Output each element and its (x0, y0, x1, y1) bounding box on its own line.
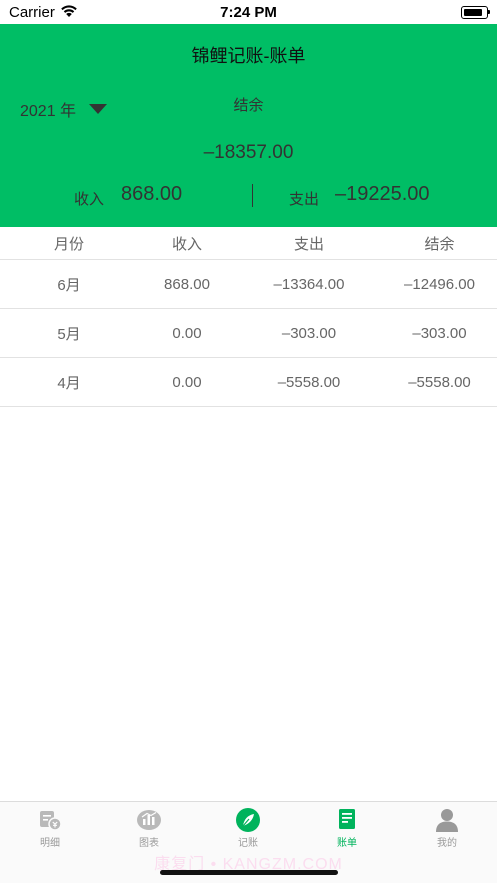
clock: 7:24 PM (220, 4, 277, 21)
expense-value: –19225.00 (335, 183, 430, 205)
leaf-icon (236, 808, 260, 832)
income-cell: 0.00 (172, 373, 202, 391)
bill-icon (339, 809, 355, 829)
expense-label: 支出 (289, 191, 320, 208)
chart-icon (137, 810, 161, 830)
expense-cell: –13364.00 (273, 275, 345, 293)
month-cell: 6月 (57, 276, 81, 294)
tab-label: 我的 (437, 838, 457, 849)
month-cell: 5月 (57, 325, 81, 343)
table-row[interactable]: 6月 868.00 –13364.00 –12496.00 (0, 260, 497, 309)
tab-label: 图表 (139, 838, 159, 849)
balance-cell: –303.00 (412, 324, 467, 342)
balance-cell: –12496.00 (404, 275, 475, 293)
page-title: 锦鲤记账-账单 (191, 46, 306, 66)
tab-bill[interactable]: 账单 (297, 808, 397, 850)
detail-list-icon (40, 811, 62, 831)
column-header-income: 收入 (171, 235, 202, 253)
tab-record[interactable]: 记账 (198, 808, 298, 850)
status-bar: Carrier 7:24 PM (0, 0, 497, 24)
balance-cell: –5558.00 (408, 373, 471, 391)
table-row[interactable]: 5月 0.00 –303.00 –303.00 (0, 309, 497, 358)
column-header-expense: 支出 (293, 235, 324, 253)
income-label: 收入 (74, 191, 105, 208)
income-value: 868.00 (121, 183, 183, 205)
table-header: 月份 收入 支出 结余 (0, 227, 497, 260)
home-indicator[interactable] (160, 870, 338, 875)
balance-value: –18357.00 (203, 142, 294, 163)
tab-chart[interactable]: 图表 (99, 808, 199, 850)
tab-detail[interactable]: 明细 (0, 808, 100, 850)
monthly-bill-table: 月份 收入 支出 结余 6月 868.00 –13364.00 –12496.0… (0, 227, 497, 407)
tab-label: 账单 (337, 838, 357, 849)
tab-profile[interactable]: 我的 (397, 808, 497, 850)
balance-label: 结余 (233, 97, 264, 114)
summary-header: 锦鲤记账-账单 2021 年 结余 –18357.00 收入 868.00 支出… (0, 24, 497, 227)
month-cell: 4月 (57, 374, 81, 392)
tab-label: 明细 (40, 838, 60, 849)
column-header-month: 月份 (53, 235, 84, 253)
table-row[interactable]: 4月 0.00 –5558.00 –5558.00 (0, 358, 497, 407)
expense-cell: –5558.00 (277, 373, 341, 391)
income-cell: 868.00 (164, 275, 210, 293)
tab-label: 记账 (238, 838, 258, 849)
expense-cell: –303.00 (281, 324, 337, 342)
column-header-balance: 结余 (424, 235, 455, 253)
income-cell: 0.00 (172, 324, 202, 342)
summary-divider (252, 184, 253, 207)
profile-icon (436, 809, 458, 832)
battery-icon (461, 6, 490, 19)
